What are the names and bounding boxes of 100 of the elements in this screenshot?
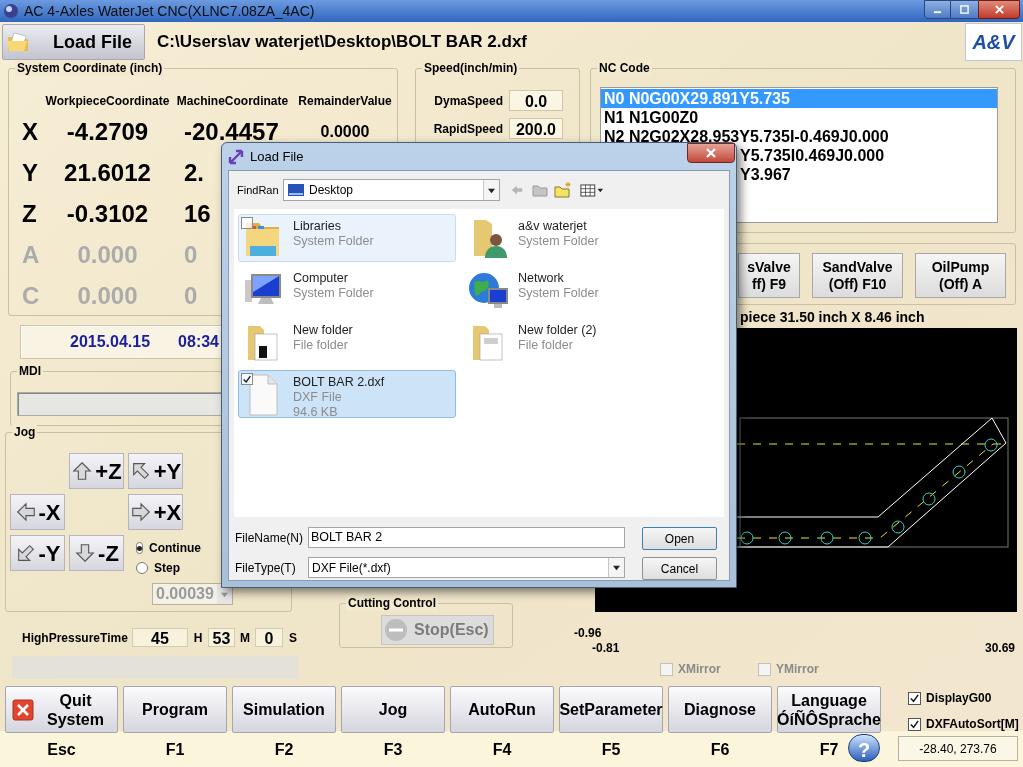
direction-button[interactable]: +Z <box>69 453 124 489</box>
app-icon <box>3 3 19 19</box>
speed-label: DymaSpeed <box>433 92 503 110</box>
file-type: System Folder <box>518 286 599 301</box>
location-dropdown[interactable]: Desktop <box>283 179 500 201</box>
axis-label: Z <box>22 198 38 229</box>
time-value: 53 <box>208 628 235 647</box>
file-name-field[interactable]: BOLT BAR 2 <box>308 527 625 548</box>
file-name: BOLT BAR 2.dxf <box>293 375 385 390</box>
axis-value: -0.81 <box>592 641 620 655</box>
file-type: File folder <box>293 338 349 353</box>
checkbox[interactable] <box>241 217 253 229</box>
load-file-button[interactable]: Load File <box>2 24 145 60</box>
workpiece-value: -0.3102 <box>65 198 150 229</box>
checkbox[interactable] <box>241 373 253 385</box>
window-title: AC 4-Axles WaterJet CNC(XLNC7.08ZA_4AC) <box>24 3 315 19</box>
radio-button[interactable] <box>136 542 143 554</box>
file-type-dropdown[interactable]: DXF File(*.dxf) <box>308 557 625 578</box>
function-button[interactable]: Diagnose <box>668 686 772 733</box>
valve-button[interactable]: sValve ff) F9 <box>738 253 800 298</box>
pressure-time-label: HighPressureTime <box>22 629 129 647</box>
file-item[interactable]: Libraries System Folder <box>238 214 456 262</box>
cursor-position: -28.40, 273.76 <box>898 736 1018 761</box>
file-name: New folder <box>293 323 353 338</box>
field-label: FileType(T) <box>235 559 297 577</box>
checkbox[interactable] <box>908 691 921 705</box>
caret-icon <box>613 564 620 571</box>
function-button[interactable]: Quit System <box>5 686 118 733</box>
column-header: MachineCoordinate <box>175 93 290 110</box>
file-size: 94.6 KB <box>293 405 339 420</box>
radio-label: Continue <box>149 540 201 557</box>
axis-label: X <box>22 116 39 147</box>
radio-button[interactable] <box>136 562 148 574</box>
file-item[interactable]: Network System Folder <box>463 266 681 314</box>
code-line[interactable]: N1 N1G00Z0 <box>601 108 997 127</box>
file-item[interactable]: a&v waterjet System Folder <box>463 214 681 262</box>
valve-button[interactable]: SandValve (Off) F10 <box>812 253 903 298</box>
axis-label: C <box>22 280 41 311</box>
key-label: F7 <box>819 740 839 760</box>
key-label: F1 <box>165 740 185 760</box>
machine-value: -20.4457 <box>184 117 279 145</box>
code-line[interactable]: N2 N2G02X28.953Y5.735I-0.469J0.000 <box>601 127 997 146</box>
column-header: WorkpieceCoordinate <box>45 93 170 110</box>
valve-button[interactable]: OilPump (Off) A <box>915 253 1006 298</box>
caret-icon <box>488 186 495 194</box>
workpiece-value: 0.000 <box>76 239 139 270</box>
function-button[interactable]: SetParameter <box>559 686 663 733</box>
machine-value: 2. <box>184 158 204 186</box>
checkbox[interactable] <box>660 662 673 676</box>
maximize-icon <box>960 5 969 14</box>
file-item[interactable]: New folder File folder <box>238 318 456 366</box>
function-button[interactable]: AutoRun <box>450 686 554 733</box>
function-button[interactable]: Jog <box>341 686 445 733</box>
group-label: Cutting Control <box>346 595 438 611</box>
speed-value: 200.0 <box>509 118 563 139</box>
key-label: F6 <box>710 740 730 760</box>
workpiece-value: -4.2709 <box>65 116 150 147</box>
key-label: F4 <box>492 740 512 760</box>
key-label: F5 <box>601 740 621 760</box>
arrow-icon <box>74 542 97 564</box>
file-item[interactable]: New folder (2) File folder <box>463 318 681 366</box>
file-name: Libraries <box>293 219 342 234</box>
column-header: RemainderValue <box>297 93 393 110</box>
dialog-title: Load File <box>250 149 304 164</box>
direction-button[interactable]: +X <box>128 494 183 530</box>
checkbox-label: YMirror <box>776 661 820 678</box>
dialog-icon <box>228 149 244 165</box>
direction-button[interactable]: -X <box>10 494 65 530</box>
function-button[interactable]: Language ÓíÑÔSprache <box>777 686 881 733</box>
axis-label: A <box>22 239 41 270</box>
speed-label: RapidSpeed <box>432 120 503 138</box>
axis-value: -0.96 <box>574 625 602 638</box>
maximize-button[interactable] <box>951 0 978 19</box>
time-value: 45 <box>132 628 188 647</box>
file-name: Network <box>518 271 565 286</box>
close-button[interactable] <box>687 143 735 163</box>
group-label: Jog <box>12 424 38 440</box>
radio-label: Step <box>154 560 180 577</box>
group-label: System Coordinate (inch) <box>15 60 165 76</box>
direction-button[interactable]: -Y <box>10 535 65 571</box>
file-item[interactable]: BOLT BAR 2.dxf DXF File 94.6 KB <box>238 370 456 418</box>
direction-button[interactable]: -Z <box>69 535 124 571</box>
file-type: System Folder <box>518 234 599 249</box>
key-label: F3 <box>383 740 403 760</box>
stop-icon <box>384 618 408 642</box>
checkbox[interactable] <box>758 662 771 676</box>
arrow-icon <box>129 501 152 523</box>
dialog-button[interactable]: Cancel <box>642 557 717 580</box>
file-item[interactable]: Computer System Folder <box>238 266 456 314</box>
close-button[interactable] <box>978 0 1020 19</box>
checkbox[interactable] <box>908 717 921 731</box>
arrow-icon <box>71 460 94 482</box>
function-button[interactable]: Program <box>123 686 227 733</box>
minimize-button[interactable] <box>924 0 951 19</box>
function-button[interactable]: Simulation <box>232 686 336 733</box>
dialog-button[interactable]: Open <box>642 527 717 550</box>
direction-button[interactable]: +Y <box>128 453 183 489</box>
time-value: 0 <box>255 628 283 647</box>
view-menu-icon[interactable] <box>580 182 604 198</box>
close-icon <box>706 148 716 158</box>
